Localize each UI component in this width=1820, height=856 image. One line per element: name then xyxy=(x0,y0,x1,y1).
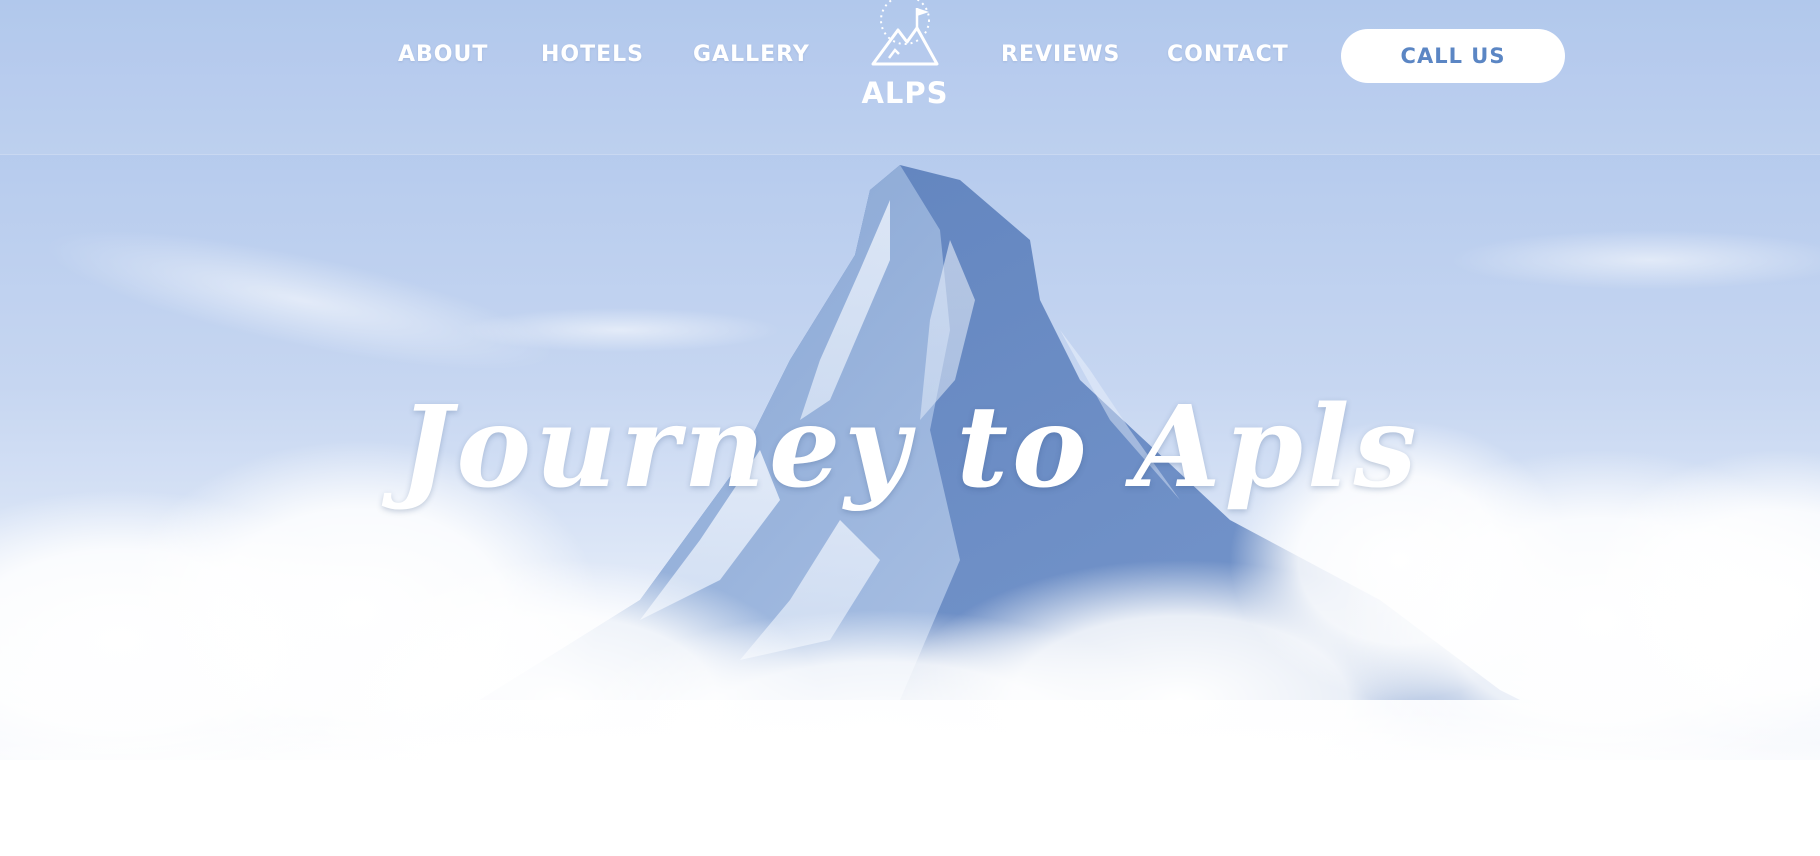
nav-link-gallery[interactable]: GALLERY xyxy=(693,42,810,67)
nav-link-hotels[interactable]: HOTELS xyxy=(541,42,644,67)
nav-link-about[interactable]: ABOUT xyxy=(398,42,488,67)
logo-text: ALPS xyxy=(861,76,949,110)
top-navbar: ABOUT HOTELS GALLERY ALPS REVIEWS CONTAC… xyxy=(0,0,1820,155)
nav-link-reviews[interactable]: REVIEWS xyxy=(1001,42,1120,67)
hero-title: Journey to Apls xyxy=(399,382,1421,513)
site-logo[interactable]: ALPS xyxy=(855,0,955,112)
call-us-button[interactable]: CALL US xyxy=(1341,29,1565,83)
nav-link-contact[interactable]: CONTACT xyxy=(1167,42,1289,67)
mountain-flag-icon xyxy=(871,0,939,66)
